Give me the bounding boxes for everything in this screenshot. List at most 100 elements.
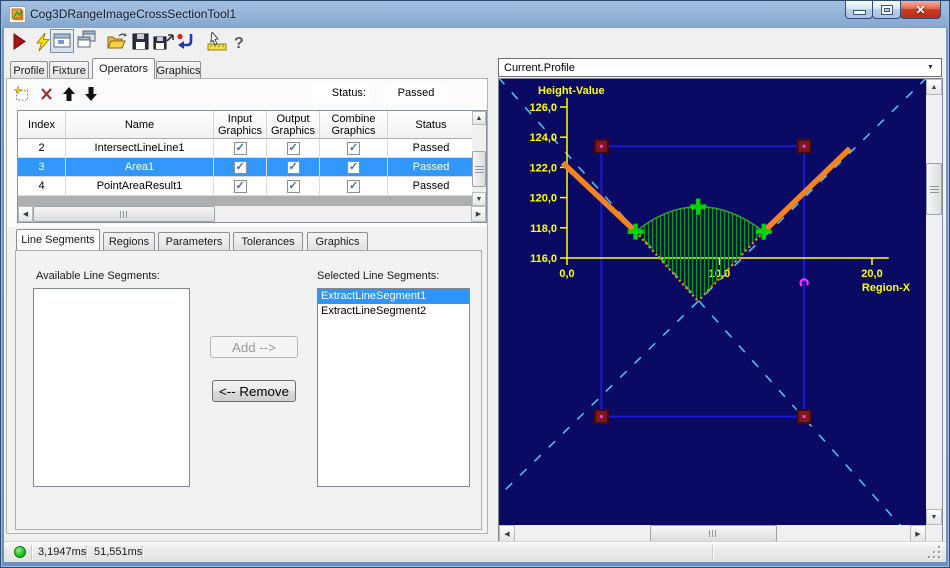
dropdown-arrow-icon[interactable]: ▼ — [922, 61, 939, 74]
profile-chart[interactable]: 126,0124,0122,0120,0118,0116,00,010,020,… — [499, 79, 926, 525]
help-icon[interactable]: ? — [231, 32, 251, 52]
col-header-status[interactable]: Status — [388, 111, 474, 139]
output-graphics-checkbox[interactable] — [286, 141, 300, 155]
combine-graphics-checkbox[interactable] — [347, 141, 360, 155]
available-segments-listbox[interactable] — [33, 288, 190, 487]
svg-text:Region-X: Region-X — [862, 282, 911, 294]
col-header-name[interactable]: Name — [66, 111, 214, 139]
maximize-icon — [881, 5, 892, 14]
tab-regions-label: Regions — [108, 235, 150, 248]
scroll-right-icon[interactable]: ▶ — [910, 525, 926, 542]
tab-tolerances[interactable]: Tolerances — [233, 232, 303, 250]
output-graphics-checkbox[interactable] — [286, 160, 300, 174]
status-value: Passed — [397, 87, 435, 99]
scroll-up-icon[interactable]: ▲ — [472, 111, 486, 125]
chart-vscroll-thumb[interactable] — [926, 163, 942, 215]
import-icon[interactable] — [176, 32, 196, 52]
scroll-down-icon[interactable]: ▼ — [926, 509, 942, 525]
new-operator-icon[interactable] — [13, 85, 29, 102]
remove-button[interactable]: <-- Remove — [212, 380, 296, 402]
selected-segments-listbox[interactable]: ExtractLineSegment1 ExtractLineSegment2 — [317, 288, 470, 487]
add-button[interactable]: Add --> — [210, 336, 298, 358]
tab-line-segments-label: Line Segments — [21, 234, 95, 246]
tab-tolerances-label: Tolerances — [241, 235, 295, 248]
scroll-right-icon[interactable]: ▶ — [471, 206, 486, 222]
svg-text:124,0: 124,0 — [529, 132, 557, 144]
input-graphics-checkbox[interactable] — [233, 141, 247, 155]
chart-horizontal-scrollbar[interactable]: ◀ ▶ — [499, 525, 926, 542]
close-button[interactable]: ✕ — [900, 1, 941, 19]
tab-parameters[interactable]: Parameters — [158, 232, 230, 250]
window: Cog3DRangeImageCrossSectionTool1 ✕ ? Pro… — [0, 0, 950, 568]
table-header-row: Index Name Input Graphics Output Graphic… — [18, 111, 486, 139]
open-file-icon[interactable] — [106, 32, 127, 52]
statusbar-separator — [142, 545, 143, 560]
app-icon-glyph — [11, 8, 24, 21]
tab-graphics-label: Graphics — [156, 64, 201, 77]
scroll-left-icon[interactable]: ◀ — [499, 525, 515, 542]
col-header-output-graphics[interactable]: Output Graphics — [267, 111, 320, 139]
svg-text:116,0: 116,0 — [530, 253, 557, 265]
save-icon[interactable] — [131, 32, 151, 52]
col-header-combine-graphics[interactable]: Combine Graphics — [320, 111, 388, 139]
tab-line-segments[interactable]: Line Segments — [16, 229, 100, 250]
input-graphics-checkbox[interactable] — [233, 160, 247, 174]
table-row[interactable]: 4 PointAreaResult1 Passed — [18, 177, 486, 196]
table-hscroll-thumb[interactable] — [33, 206, 215, 222]
combine-graphics-checkbox[interactable] — [347, 160, 360, 174]
tab-profile[interactable]: Profile — [10, 61, 48, 79]
svg-text:?: ? — [234, 35, 244, 52]
list-item[interactable]: ExtractLineSegment1 — [318, 289, 469, 304]
pointer-ruler-icon[interactable] — [206, 31, 227, 52]
tab-regions[interactable]: Regions — [103, 232, 155, 250]
table-row[interactable]: 2 IntersectLineLine1 Passed — [18, 139, 486, 158]
available-segments-label: Available Line Segments: — [36, 270, 160, 282]
output-graphics-checkbox[interactable] — [286, 179, 300, 193]
chart-hscroll-thumb[interactable] — [650, 525, 777, 542]
move-down-icon[interactable] — [83, 86, 99, 102]
scroll-left-icon[interactable]: ◀ — [18, 206, 33, 222]
svg-text:Height-Value: Height-Value — [538, 85, 605, 97]
move-up-icon[interactable] — [61, 86, 77, 102]
save-as-icon[interactable] — [153, 32, 174, 52]
svg-text:126,0: 126,0 — [529, 102, 557, 114]
delete-operator-icon[interactable] — [39, 86, 55, 102]
close-icon: ✕ — [915, 2, 926, 17]
svg-text:0,0: 0,0 — [559, 268, 574, 280]
process-time: 3,1947ms — [38, 546, 87, 558]
chart-vertical-scrollbar[interactable]: ▲ ▼ — [926, 79, 942, 525]
svg-text:118,0: 118,0 — [530, 223, 557, 235]
status-bar: 3,1947ms 51,551ms — [4, 541, 946, 562]
float-display-icon[interactable] — [77, 30, 97, 50]
table-horizontal-scrollbar[interactable]: ◀ ▶ — [18, 206, 486, 222]
scroll-down-icon[interactable]: ▼ — [472, 192, 486, 206]
tab-operators-label: Operators — [99, 63, 148, 75]
table-vertical-scrollbar[interactable]: ▲ ▼ — [472, 111, 486, 206]
table-row-selected[interactable]: 3 Area1 Passed — [18, 158, 486, 177]
run-icon[interactable] — [9, 32, 29, 52]
status-label-panel: Status: — [312, 84, 370, 102]
table-vscroll-thumb[interactable] — [472, 151, 486, 187]
status-value-panel: Passed — [385, 84, 447, 102]
scroll-up-icon[interactable]: ▲ — [926, 79, 942, 95]
list-item[interactable]: ExtractLineSegment2 — [318, 304, 469, 319]
maximize-button[interactable] — [872, 1, 901, 19]
app-icon — [9, 6, 26, 23]
tab-graphics[interactable]: Graphics — [156, 61, 201, 79]
show-display-button[interactable] — [50, 29, 74, 53]
input-graphics-checkbox[interactable] — [233, 179, 247, 193]
total-time: 51,551ms — [94, 546, 143, 558]
tab-operators[interactable]: Operators — [92, 58, 155, 79]
svg-text:20,0: 20,0 — [861, 268, 882, 280]
col-header-index[interactable]: Index — [18, 111, 66, 139]
tab-graphics-sub[interactable]: Graphics — [307, 232, 368, 250]
selected-segments-label: Selected Line Segments: — [317, 270, 440, 282]
status-label: Status: — [331, 87, 366, 99]
combine-graphics-checkbox[interactable] — [347, 179, 360, 193]
col-header-input-graphics[interactable]: Input Graphics — [214, 111, 267, 139]
record-selector-combo[interactable]: Current.Profile ▼ — [498, 58, 942, 77]
profile-display-frame: 126,0124,0122,0120,0118,0116,00,010,020,… — [498, 78, 943, 544]
minimize-button[interactable] — [845, 1, 873, 19]
tab-fixture-label: Fixture — [52, 64, 86, 77]
tab-fixture[interactable]: Fixture — [49, 61, 89, 79]
